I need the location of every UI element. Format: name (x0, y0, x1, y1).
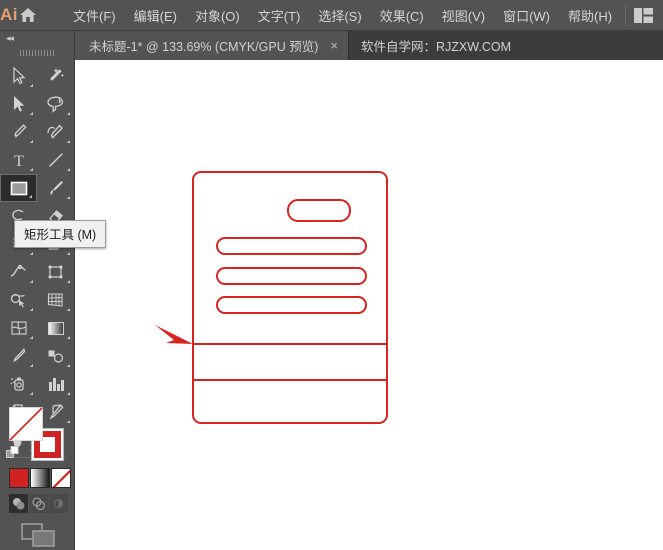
tab-label: 未标题-1* @ 133.69% (CMYK/GPU 预览) (89, 40, 319, 54)
document-tab-bar: 未标题-1* @ 133.69% (CMYK/GPU 预览) × 软件自学网：R… (0, 31, 663, 60)
default-fill-stroke-icon[interactable] (6, 446, 20, 465)
artwork-long-pill-2[interactable] (216, 267, 367, 285)
tool-flyout-corner (30, 392, 33, 395)
tool-flyout-corner (67, 112, 70, 115)
home-icon[interactable] (18, 0, 38, 31)
menu-type[interactable]: 文字(T) (249, 1, 310, 30)
svg-text:T: T (14, 153, 24, 169)
magic-wand-tool[interactable] (37, 62, 74, 90)
curvature-tool[interactable] (37, 118, 74, 146)
tool-tooltip: 矩形工具 (M) (14, 220, 107, 248)
tool-flyout-corner (67, 196, 70, 199)
tool-flyout-corner (30, 336, 33, 339)
artwork-long-pill-3[interactable] (216, 296, 367, 314)
tool-flyout-corner (30, 112, 33, 115)
shape-builder-tool[interactable] (0, 286, 37, 314)
panel-drag-handle[interactable] (0, 46, 74, 60)
collapse-panel-icon[interactable]: ◂◂ (0, 31, 74, 46)
tool-flyout-corner (30, 280, 33, 283)
workspace-layout-icon[interactable] (630, 0, 656, 31)
none-indicator-icon (9, 407, 43, 441)
rectangle-tool[interactable] (0, 174, 37, 202)
color-mode-group (0, 465, 75, 488)
phone-wireframe-artwork (155, 171, 388, 424)
red-annotation-arrow (155, 325, 193, 344)
type-tool[interactable]: T (0, 146, 37, 174)
swap-fill-stroke-icon[interactable] (50, 403, 65, 422)
menu-window[interactable]: 窗口(W) (494, 1, 559, 30)
tool-flyout-corner (67, 140, 70, 143)
tool-flyout-corner (67, 336, 70, 339)
blend-tool[interactable] (37, 342, 74, 370)
tool-flyout-corner (30, 168, 33, 171)
menu-file[interactable]: 文件(F) (64, 1, 125, 30)
selection-tool[interactable] (0, 62, 37, 90)
symbol-sprayer-tool[interactable] (0, 370, 37, 398)
column-graph-tool[interactable] (37, 370, 74, 398)
direct-selection-tool[interactable] (0, 90, 37, 118)
artwork-small-pill[interactable] (287, 199, 351, 222)
close-icon[interactable]: × (330, 38, 338, 53)
draw-inside-mode[interactable] (49, 494, 68, 513)
menubar-right-group: ⌄ (621, 0, 663, 31)
menu-select[interactable]: 选择(S) (309, 1, 370, 30)
draw-behind-mode[interactable] (29, 494, 48, 513)
tool-flyout-corner (67, 280, 70, 283)
line-segment-tool[interactable] (37, 146, 74, 174)
eyedropper-tool[interactable] (0, 342, 37, 370)
tools-panel: ◂◂ T 矩形工具 (M) (0, 31, 107, 550)
illustrator-window: Ai 文件(F) 编辑(E) 对象(O) 文字(T) 选择(S) 效果(C) 视… (0, 0, 663, 550)
menu-view[interactable]: 视图(V) (433, 1, 494, 30)
tool-flyout-corner (67, 252, 70, 255)
gradient-tool[interactable] (37, 314, 74, 342)
menu-bar: Ai 文件(F) 编辑(E) 对象(O) 文字(T) 选择(S) 效果(C) 视… (0, 0, 663, 31)
tool-grid: T (0, 62, 74, 454)
tool-flyout-corner (30, 140, 33, 143)
menu-object[interactable]: 对象(O) (186, 1, 249, 30)
menu-item-list: 文件(F) 编辑(E) 对象(O) 文字(T) 选择(S) 效果(C) 视图(V… (64, 1, 621, 30)
tool-flyout-corner (30, 252, 33, 255)
fill-swatch[interactable] (9, 407, 43, 441)
watermark-label: 软件自学网：RJZXW.COM (361, 40, 512, 54)
document-canvas[interactable] (75, 60, 663, 550)
free-transform-tool[interactable] (37, 258, 74, 286)
tool-flyout-corner (67, 308, 70, 311)
color-mode-solid[interactable] (9, 468, 29, 488)
width-tool[interactable] (0, 258, 37, 286)
menu-edit[interactable]: 编辑(E) (125, 1, 186, 30)
fill-stroke-block (0, 403, 75, 547)
pen-tool[interactable] (0, 118, 37, 146)
paintbrush-tool[interactable] (37, 174, 74, 202)
tool-flyout-corner (30, 364, 33, 367)
tab-document-untitled-1[interactable]: 未标题-1* @ 133.69% (CMYK/GPU 预览) × (75, 31, 350, 60)
tool-flyout-corner (30, 84, 33, 87)
screen-mode-button[interactable] (0, 513, 75, 547)
lasso-tool[interactable] (37, 90, 74, 118)
tool-flyout-corner (67, 168, 70, 171)
red-annotation-arrow (155, 325, 193, 344)
menu-help[interactable]: 帮助(H) (559, 1, 621, 30)
draw-normal-mode[interactable] (9, 494, 28, 513)
tool-flyout-corner (67, 392, 70, 395)
tool-flyout-corner (67, 364, 70, 367)
tool-flyout-corner (29, 195, 32, 198)
artwork-long-pill-1[interactable] (216, 237, 367, 255)
color-mode-gradient[interactable] (30, 468, 50, 488)
app-logo: Ai (0, 5, 18, 24)
tab-strip: 未标题-1* @ 133.69% (CMYK/GPU 预览) × 软件自学网：R… (75, 31, 521, 60)
tool-flyout-corner (30, 308, 33, 311)
menubar-divider-right (625, 5, 627, 25)
menu-effect[interactable]: 效果(C) (371, 1, 433, 30)
color-mode-none[interactable] (51, 468, 71, 488)
draw-mode-group (0, 488, 75, 513)
perspective-grid-tool[interactable] (37, 286, 74, 314)
mesh-tool[interactable] (0, 314, 37, 342)
